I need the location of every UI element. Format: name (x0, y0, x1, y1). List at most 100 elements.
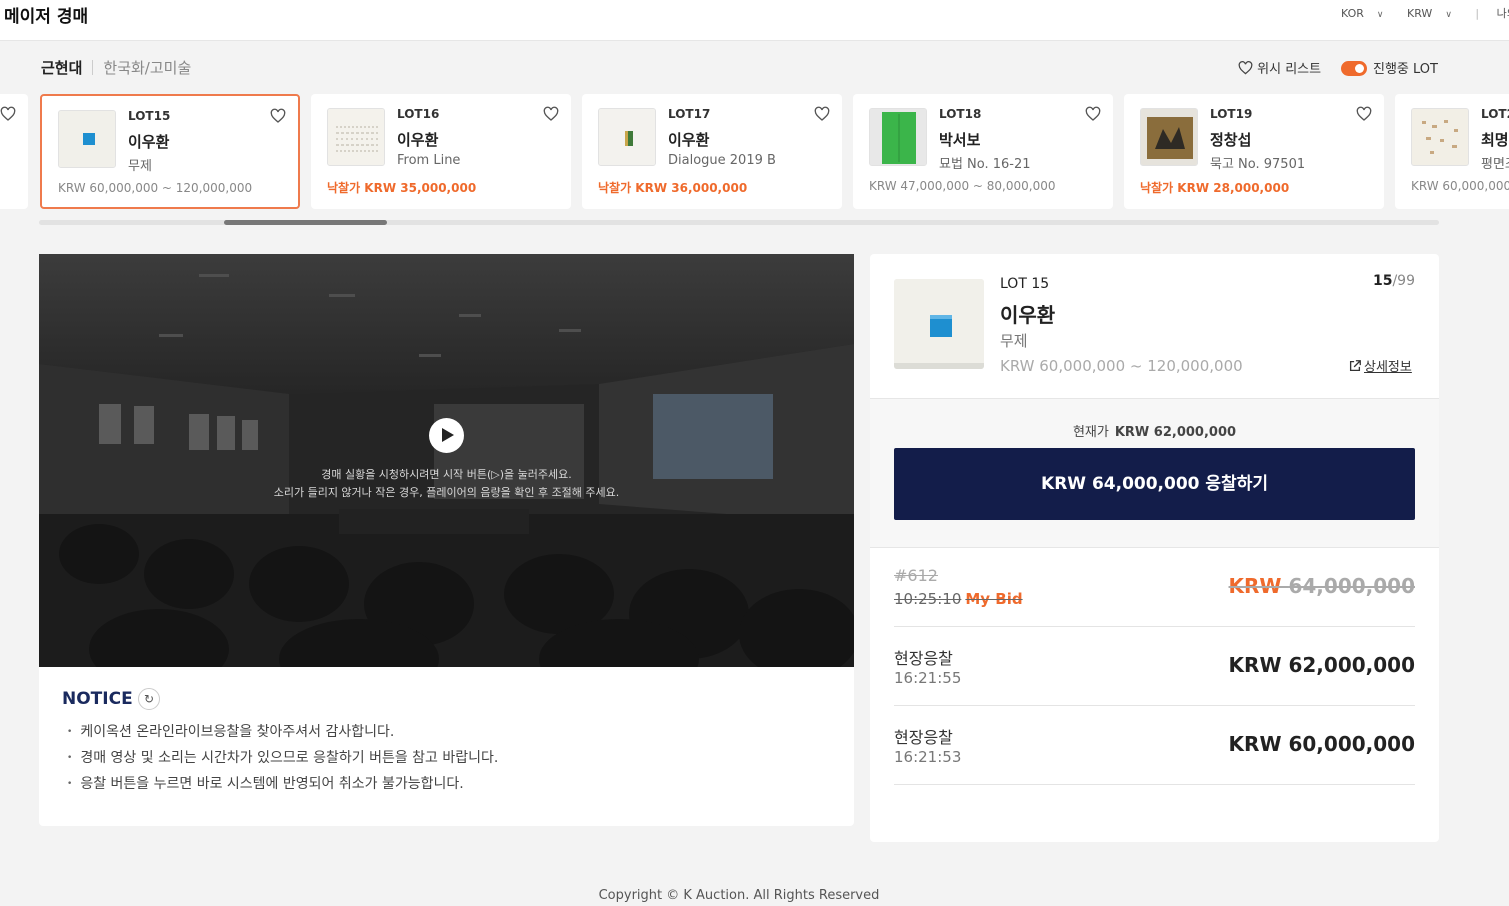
my-bids-link[interactable]: 나의 응찰 (1497, 5, 1509, 21)
heart-icon[interactable] (543, 106, 559, 122)
lot-number: LOT15 (128, 109, 171, 123)
lot-number: LOT16 (397, 107, 440, 121)
heart-icon[interactable] (270, 108, 286, 124)
lot-number: LOT20 (1481, 107, 1509, 121)
bidding-panel: LOT 15 이우환 무제 KRW 60,000,000 ~ 120,000,0… (870, 254, 1439, 842)
current-price-label: 현재가 (1072, 425, 1109, 440)
lot-title: From Line (397, 153, 461, 168)
language-label: KOR (1341, 7, 1364, 20)
lot-artist: 이우환 (397, 131, 439, 149)
bid-currency: KRW (1228, 574, 1282, 598)
bid-area: 현재가 KRW 62,000,000 KRW 64,000,000 응찰하기 (870, 398, 1439, 548)
detail-info-label: 상세정보 (1364, 360, 1412, 375)
lot-card[interactable]: LOT18 박서보 묘법 No. 16-21 KRW 47,000,000 ~ … (853, 94, 1113, 209)
lot-card[interactable]: LOT15 이우환 무제 KRW 60,000,000 ~ 120,000,00… (40, 94, 300, 209)
bid-time-value: 10:25:10 (894, 590, 962, 608)
artwork-thumbnail (1411, 108, 1469, 166)
auction-room-image (39, 254, 854, 667)
lot-title: 묘법 No. 16-21 (939, 157, 1031, 172)
artwork-image (894, 279, 984, 369)
live-video-player[interactable]: 경매 실황을 시청하시려면 시작 버튼(▷)을 눌러주세요. 소리가 들리지 않… (39, 254, 854, 667)
lot-card[interactable]: LOT19 정창섭 묵고 No. 97501 낙찰가 KRW 28,000,00… (1124, 94, 1384, 209)
tab-modern[interactable]: 근현대 (41, 59, 82, 77)
lot-card[interactable]: LOT17 이우환 Dialogue 2019 B 낙찰가 KRW 36,000… (582, 94, 842, 209)
lot-carousel[interactable]: LOT15 이우환 무제 KRW 60,000,000 ~ 120,000,00… (0, 94, 1509, 210)
bid-id: #612 (894, 566, 938, 585)
lot-title: 묵고 No. 97501 (1210, 157, 1306, 172)
artwork-thumbnail (1140, 108, 1198, 166)
external-link-icon (1349, 360, 1361, 372)
video-instruction-line: 경매 실황을 시청하시려면 시작 버튼(▷)을 눌러주세요. (321, 468, 572, 481)
lot-artist: 이우환 (668, 131, 710, 149)
current-price: 현재가 KRW 62,000,000 (870, 421, 1439, 440)
bid-time: 16:21:53 (894, 748, 962, 766)
lot-artist: 최명영 (1481, 131, 1509, 149)
currency-label: KRW (1407, 7, 1433, 20)
artwork-thumbnail (327, 108, 385, 166)
lot-title: Dialogue 2019 B (668, 153, 776, 168)
bid-history-row: #612 10:25:10 My Bid KRW 64,000,000 (894, 548, 1415, 627)
lot-index: 15 (1372, 273, 1393, 289)
place-bid-button[interactable]: KRW 64,000,000 응찰하기 (894, 448, 1415, 520)
artwork-thumbnail (869, 108, 927, 166)
wishlist-label: 위시 리스트 (1257, 62, 1322, 77)
chevron-down-icon: ∨ (1376, 10, 1384, 20)
lot-counter: 15/99 (1373, 273, 1415, 289)
heart-icon[interactable] (1085, 106, 1101, 122)
lot-artist: 정창섭 (1210, 131, 1252, 149)
bid-amount-value: 64,000,000 (1288, 574, 1415, 598)
lot-title: 무제 (128, 159, 152, 174)
current-lot-artist: 이우환 (1000, 303, 1056, 327)
heart-icon[interactable] (814, 106, 830, 122)
lot-card-previous[interactable] (0, 94, 28, 209)
artwork-thumbnail (58, 110, 116, 168)
notice-title: NOTICE (62, 689, 133, 709)
heart-icon[interactable] (1356, 106, 1372, 122)
currency-select[interactable]: KRW ∨ (1407, 7, 1462, 20)
lot-title: 평면조건 (1481, 157, 1509, 172)
bid-amount: KRW 60,000,000 (1228, 732, 1415, 756)
detail-info-link[interactable]: 상세정보 (1348, 356, 1412, 375)
bid-history-row: 현장응찰 16:21:53 KRW 60,000,000 (894, 706, 1415, 785)
page-title: 메이저 경매 (4, 7, 89, 27)
current-lot-title: 무제 (1000, 332, 1028, 350)
live-lot-label: 진행중 LOT (1373, 62, 1438, 77)
artwork-thumbnail (598, 108, 656, 166)
live-lot-filter: 진행중 LOT (1341, 58, 1438, 77)
live-lot-toggle[interactable] (1341, 61, 1367, 76)
tab-korean-painting[interactable]: 한국화/고미술 (103, 59, 191, 77)
video-instructions: 경매 실황을 시청하시려면 시작 버튼(▷)을 눌러주세요. 소리가 들리지 않… (39, 466, 854, 502)
heart-icon[interactable] (0, 106, 16, 122)
top-header: 메이저 경매 KOR ∨ KRW ∨ | 나의 응찰 (0, 0, 1509, 41)
refresh-icon[interactable]: ↻ (138, 688, 160, 710)
bid-time: 10:25:10 My Bid (894, 590, 1023, 608)
heart-icon (1238, 61, 1253, 75)
lot-estimate: KRW 60,000,000 ~ (1411, 179, 1509, 193)
scrollbar-thumb[interactable] (224, 220, 387, 225)
bid-amount: KRW 64,000,000 (1229, 574, 1415, 598)
lot-artist: 이우환 (128, 133, 170, 151)
wishlist-filter[interactable]: 위시 리스트 (1238, 58, 1321, 77)
notice-item: 응찰 버튼을 누르면 바로 시스템에 반영되어 취소가 불가능합니다. (67, 771, 498, 797)
bid-time: 16:21:55 (894, 669, 962, 687)
lot-number: LOT18 (939, 107, 982, 121)
notice-item: 케이옥션 온라인라이브응찰을 찾아주셔서 감사합니다. (67, 719, 498, 745)
video-instruction-line: 소리가 들리지 않거나 작은 경우, 플레이어의 음량을 확인 후 조절해 주세… (273, 486, 620, 499)
lot-estimate: KRW 60,000,000 ~ 120,000,000 (58, 181, 253, 195)
category-tabs: 근현대 한국화/고미술 (41, 57, 191, 78)
lot-number: LOT17 (668, 107, 711, 121)
notice-panel: NOTICE ↻ 케이옥션 온라인라이브응찰을 찾아주셔서 감사합니다. 경매 … (39, 667, 854, 826)
my-bid-tag: My Bid (965, 590, 1023, 608)
lot-card[interactable]: LOT20 최명영 평면조건 KRW 60,000,000 ~ (1395, 94, 1509, 209)
lot-card[interactable]: LOT16 이우환 From Line 낙찰가 KRW 35,000,000 (311, 94, 571, 209)
current-lot-number: LOT 15 (1000, 276, 1050, 292)
notice-item: 경매 영상 및 소리는 시간차가 있으므로 응찰하기 버튼을 참고 바랍니다. (67, 745, 498, 771)
current-price-value: KRW 62,000,000 (1114, 425, 1237, 440)
lot-hammer-price: 낙찰가 KRW 36,000,000 (598, 181, 748, 195)
play-button[interactable] (429, 418, 464, 453)
top-nav: KOR ∨ KRW ∨ | 나의 응찰 (1341, 5, 1509, 21)
language-select[interactable]: KOR ∨ (1341, 7, 1394, 20)
lot-artist: 박서보 (939, 131, 981, 149)
carousel-scrollbar[interactable] (39, 220, 1439, 225)
current-lot-estimate: KRW 60,000,000 ~ 120,000,000 (1000, 357, 1243, 375)
